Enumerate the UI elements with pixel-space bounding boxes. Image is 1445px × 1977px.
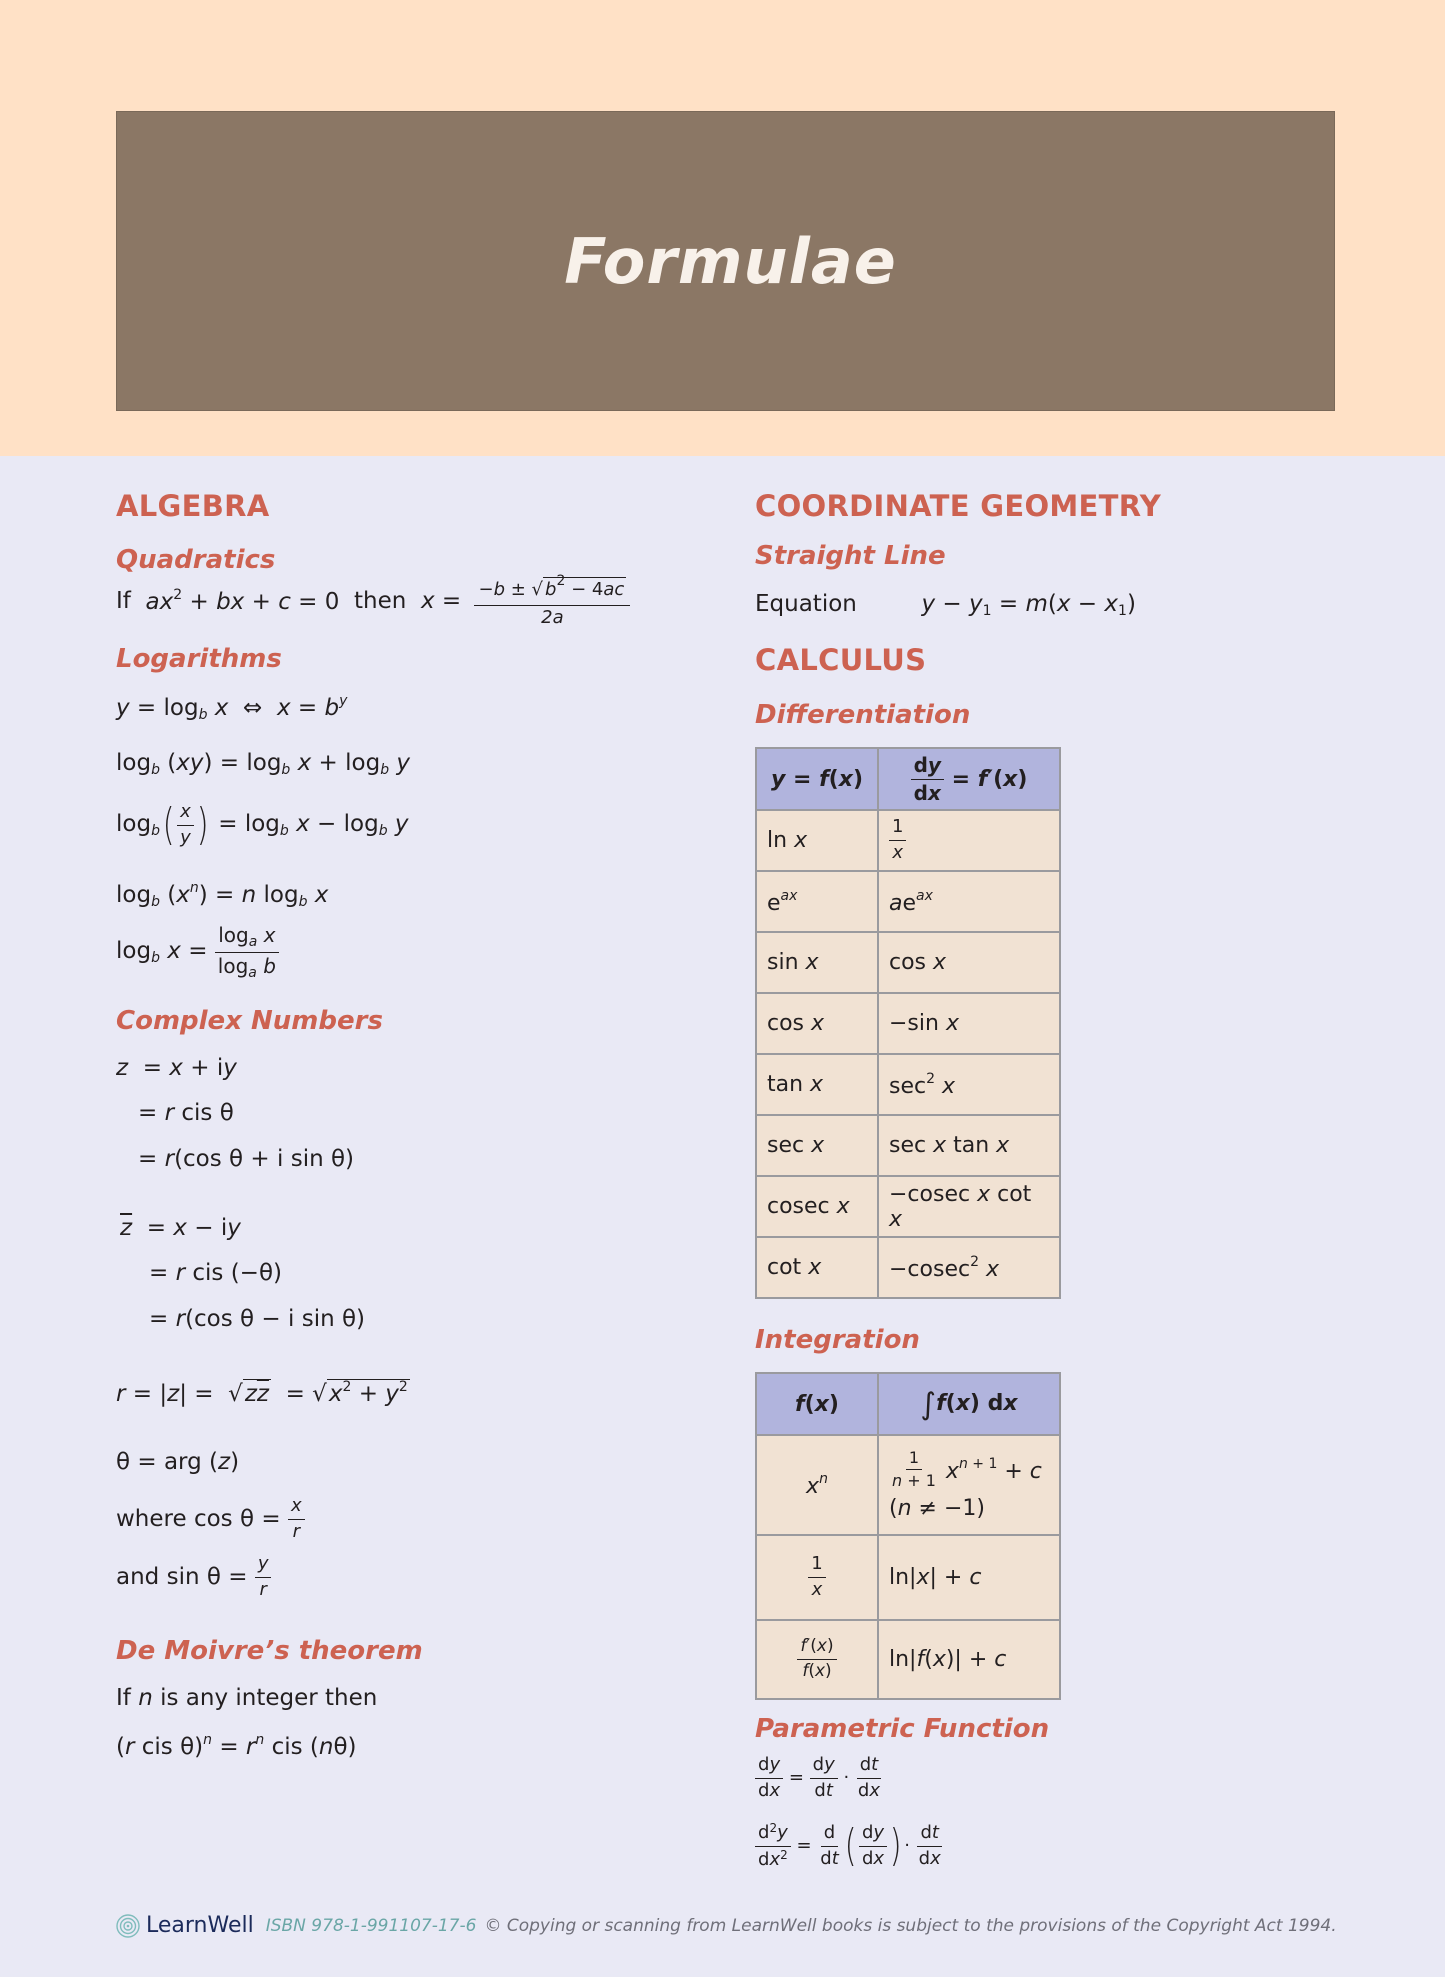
table-row: cot x −cosec2 x	[755, 1236, 1061, 1299]
sin-theta-formula: and sin θ = yr	[116, 1553, 272, 1600]
differentiation-table: y = f(x) dy dx = f′(x) ln x 1x eax aeax s…	[755, 747, 1061, 1299]
table-row: sec x sec x tan x	[755, 1114, 1061, 1177]
log-product-rule: logb (xy) = logb x + logb y	[116, 750, 411, 778]
integral-cell: ln|x| + c	[877, 1534, 1061, 1621]
function-cell: cosec x	[755, 1175, 879, 1238]
integration-table: f(x) ∫f(x) dx xn 1n + 1 xn + 1 + c (n ≠ …	[755, 1372, 1061, 1700]
integrand-cell: 1x	[755, 1534, 879, 1621]
then-word: then	[354, 587, 407, 614]
parametric-second-derivative: d2y dx2 = d dt ( dy dx ) · dt dx	[755, 1821, 944, 1870]
differentiation-heading: Differentiation	[755, 700, 971, 730]
de-moivre-formula: (r cis θ)n = rn cis (nθ)	[116, 1732, 357, 1760]
parametric-first-derivative: dy dx = dy dt · dt dx	[755, 1754, 883, 1801]
coordinate-geometry-heading: COORDINATE GEOMETRY	[755, 489, 1162, 523]
function-cell: sin x	[755, 931, 879, 994]
integral-cell: 1n + 1 xn + 1 + c (n ≠ −1)	[877, 1434, 1061, 1536]
log-quotient-rule: logb(x y) = logb x − logb y	[116, 799, 409, 851]
argument-formula: θ = arg (z)	[116, 1449, 240, 1475]
quadratic-fraction: −b ± √ b2 − 4ac 2a	[474, 573, 631, 628]
conjugate-line-2: = r cis (−θ)	[149, 1260, 282, 1286]
x-equals: x =	[420, 587, 462, 614]
table-row: tan x sec2 x	[755, 1053, 1061, 1116]
derivative-cell: cos x	[877, 931, 1061, 994]
function-cell: cot x	[755, 1236, 879, 1299]
column-header-integrand: f(x)	[755, 1372, 879, 1436]
quadratic-denominator: 2a	[541, 607, 564, 628]
spiral-logo-icon	[116, 1913, 140, 1938]
algebra-heading: ALGEBRA	[116, 489, 270, 523]
brand-name: LearnWell	[146, 1913, 254, 1938]
table-row: eax aeax	[755, 870, 1061, 933]
integrand-cell: f′(x) f(x)	[755, 1619, 879, 1700]
table-row: cos x −sin x	[755, 992, 1061, 1055]
conjugate-line-3: = r(cos θ − i sin θ)	[149, 1306, 366, 1332]
function-cell: sec x	[755, 1114, 879, 1177]
derivative-cell: −cosec2 x	[877, 1236, 1061, 1299]
function-cell: tan x	[755, 1053, 879, 1116]
integral-cell: ln|f(x)| + c	[877, 1619, 1061, 1700]
if-word: If	[116, 587, 131, 614]
logarithms-heading: Logarithms	[116, 644, 282, 674]
quadratic-equation: ax2 + bx + c = 0	[145, 587, 340, 615]
complex-line-3: = r(cos θ + i sin θ)	[138, 1146, 355, 1172]
complex-numbers-heading: Complex Numbers	[116, 1006, 383, 1036]
table-row: f′(x) f(x) ln|f(x)| + c	[755, 1619, 1061, 1700]
conjugate-line-1: z = x − iy	[120, 1215, 241, 1241]
integration-heading: Integration	[755, 1325, 920, 1355]
integrand-cell: xn	[755, 1434, 879, 1536]
column-header-function: y = f(x)	[755, 747, 879, 811]
copyright-notice: © Copying or scanning from LearnWell boo…	[484, 1915, 1337, 1936]
derivative-cell: −cosec x cot x	[877, 1175, 1061, 1238]
quadratic-formula: If ax2 + bx + c = 0 then x = −b ± √ b2 − …	[116, 566, 631, 636]
derivative-cell: sec x tan x	[877, 1114, 1061, 1177]
table-header-row: f(x) ∫f(x) dx	[755, 1372, 1061, 1436]
table-row: xn 1n + 1 xn + 1 + c (n ≠ −1)	[755, 1434, 1061, 1536]
complex-line-2: = r cis θ	[138, 1100, 234, 1126]
table-row: sin x cos x	[755, 931, 1061, 994]
function-cell: eax	[755, 870, 879, 933]
derivative-cell: aeax	[877, 870, 1061, 933]
complex-line-1: z = x + iy	[116, 1055, 237, 1081]
parametric-heading: Parametric Function	[755, 1714, 1050, 1744]
log-power-rule: logb (xn) = n logb x	[116, 880, 329, 910]
modulus-formula: r = |z| = √zz = √x2 + y2	[116, 1379, 410, 1407]
de-moivre-condition: If n is any integer then	[116, 1685, 378, 1711]
table-header-row: y = f(x) dy dx = f′(x)	[755, 747, 1061, 811]
log-change-of-base: logb x = loga x loga b	[116, 923, 279, 981]
table-row: 1x ln|x| + c	[755, 1534, 1061, 1621]
column-header-derivative: dy dx = f′(x)	[877, 747, 1061, 811]
table-row: cosec x −cosec x cot x	[755, 1175, 1061, 1238]
page-title: Formulae	[564, 224, 897, 298]
function-cell: ln x	[755, 809, 879, 872]
straight-line-formula: Equation y − y1 = m(x − x1)	[755, 591, 1136, 619]
footer: LearnWell ISBN 978-1-991107-17-6 © Copyi…	[116, 1913, 1337, 1938]
column-header-integral: ∫f(x) dx	[877, 1372, 1061, 1436]
de-moivre-heading: De Moivre’s theorem	[116, 1636, 423, 1666]
table-row: ln x 1x	[755, 809, 1061, 872]
straight-line-heading: Straight Line	[755, 541, 946, 571]
derivative-cell: sec2 x	[877, 1053, 1061, 1116]
derivative-cell: 1x	[877, 809, 1061, 872]
calculus-heading: CALCULUS	[755, 643, 927, 677]
title-banner: Formulae	[116, 111, 1335, 411]
equation-label: Equation	[755, 591, 857, 617]
derivative-cell: −sin x	[877, 992, 1061, 1055]
isbn-text: ISBN 978-1-991107-17-6	[265, 1915, 477, 1936]
cos-theta-formula: where cos θ = xr	[116, 1495, 305, 1542]
log-definition: y = logb x ⇔ x = by	[116, 693, 348, 723]
function-cell: cos x	[755, 992, 879, 1055]
